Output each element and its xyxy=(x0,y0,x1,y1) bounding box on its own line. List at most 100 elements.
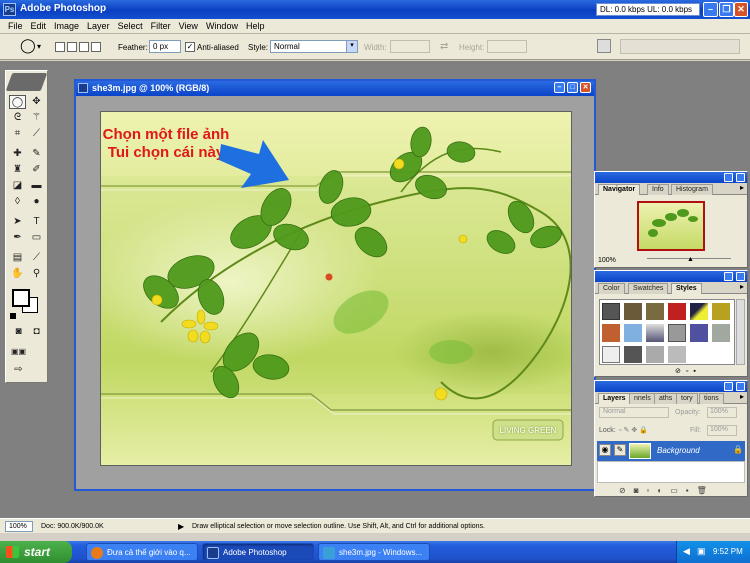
path-select-icon[interactable]: ➤ xyxy=(9,215,26,229)
style-swatch[interactable] xyxy=(602,345,620,363)
style-swatch[interactable] xyxy=(624,345,642,363)
shape-tool-icon[interactable]: ▭ xyxy=(28,231,45,245)
tab-navigator[interactable]: Navigator xyxy=(598,184,641,195)
tab-swatches[interactable]: Swatches xyxy=(628,283,669,294)
eyedropper-icon[interactable]: ⟋ xyxy=(28,251,45,265)
tab-paths[interactable]: aths xyxy=(654,393,678,404)
style-swatch[interactable] xyxy=(690,303,708,321)
style-swatch[interactable] xyxy=(712,324,730,342)
antialiased-checkbox[interactable]: ✓ xyxy=(185,42,195,52)
speaker-icon[interactable]: ◀ xyxy=(683,546,690,557)
panel-menu-arrow-icon[interactable]: ▸ xyxy=(740,183,744,192)
hand-tool-icon[interactable]: ✋ xyxy=(9,267,26,281)
file-browser-icon[interactable] xyxy=(597,39,611,53)
feather-input[interactable]: 0 px xyxy=(149,40,181,53)
style-swatch[interactable] xyxy=(624,324,642,342)
pen-tool-icon[interactable]: ✒ xyxy=(9,231,26,245)
blur-tool-icon[interactable]: ◊ xyxy=(9,195,26,209)
tab-styles[interactable]: Styles xyxy=(671,283,702,294)
chevron-down-icon[interactable]: ▾ xyxy=(37,42,41,51)
layer-name[interactable]: Background xyxy=(657,446,700,455)
restore-button[interactable]: ❐ xyxy=(719,2,734,17)
style-swatch[interactable] xyxy=(646,303,664,321)
slider-thumb-icon[interactable]: ▲ xyxy=(687,256,694,263)
menu-window[interactable]: Window xyxy=(202,19,242,31)
dodge-tool-icon[interactable]: ● xyxy=(28,195,45,209)
task-image-viewer[interactable]: she3m.jpg - Windows... xyxy=(318,543,430,561)
blend-mode-select[interactable]: Normal xyxy=(599,407,669,418)
brush-link-icon[interactable]: ✎ xyxy=(614,444,626,456)
close-button[interactable]: ✕ xyxy=(734,2,748,17)
start-button[interactable]: start xyxy=(0,541,72,563)
tab-histogram[interactable]: Histogram xyxy=(671,184,713,195)
style-swatch[interactable] xyxy=(646,345,664,363)
doc-maximize-button[interactable]: □ xyxy=(567,82,578,93)
standard-mode-icon[interactable]: ◙ xyxy=(10,325,27,339)
menu-help[interactable]: Help xyxy=(242,19,269,31)
zoom-tool-icon[interactable]: ⚲ xyxy=(28,267,45,281)
style-swatch[interactable] xyxy=(690,324,708,342)
tab-channels[interactable]: nnels xyxy=(629,393,656,404)
gradient-tool-icon[interactable]: ▬ xyxy=(28,179,45,193)
style-swatch[interactable] xyxy=(646,324,664,342)
screen-mode-icon[interactable]: ▣▣ xyxy=(10,345,27,359)
move-tool-icon[interactable]: ✥ xyxy=(28,95,45,109)
clock[interactable]: 9:52 PM xyxy=(713,547,743,556)
task-photoshop[interactable]: Adobe Photoshop xyxy=(202,543,314,561)
opacity-input[interactable]: 100% xyxy=(707,407,737,418)
eraser-tool-icon[interactable]: ◪ xyxy=(9,179,26,193)
clone-stamp-icon[interactable]: ♜ xyxy=(9,163,26,177)
menu-layer[interactable]: Layer xyxy=(83,19,114,31)
tab-history[interactable]: tory xyxy=(676,393,698,404)
style-swatch[interactable] xyxy=(668,345,686,363)
fill-input[interactable]: 100% xyxy=(707,425,737,436)
panel-menu-arrow-icon[interactable]: ▸ xyxy=(740,282,744,291)
navigator-zoom-slider[interactable]: ▲ xyxy=(647,256,731,263)
add-selection-icon[interactable] xyxy=(67,42,77,52)
eye-icon[interactable]: ◉ xyxy=(599,444,611,456)
tab-color[interactable]: Color xyxy=(598,283,625,294)
default-colors-icon[interactable] xyxy=(10,313,16,319)
ellipse-marquee-icon[interactable]: ◯ xyxy=(20,38,36,52)
style-swatch[interactable] xyxy=(668,303,686,321)
lasso-tool-icon[interactable]: ᘓ xyxy=(9,111,26,125)
menu-select[interactable]: Select xyxy=(114,19,147,31)
styles-footer-icons[interactable]: ⊘▫▪ xyxy=(675,367,701,375)
type-tool-icon[interactable]: T xyxy=(28,215,45,229)
foreground-color-swatch[interactable] xyxy=(12,289,30,307)
jump-to-imageready-icon[interactable]: ⇨ xyxy=(10,363,27,377)
palette-well[interactable] xyxy=(620,39,740,54)
tab-layers[interactable]: Layers xyxy=(598,393,631,404)
style-swatch[interactable] xyxy=(624,303,642,321)
style-swatch[interactable] xyxy=(602,303,620,321)
marquee-tool-icon[interactable]: ◯ xyxy=(9,95,26,109)
doc-close-button[interactable]: ✕ xyxy=(580,82,591,93)
history-brush-icon[interactable]: ✐ xyxy=(28,163,45,177)
navigator-thumbnail[interactable] xyxy=(637,201,705,251)
menu-view[interactable]: View xyxy=(175,19,202,31)
new-selection-icon[interactable] xyxy=(55,42,65,52)
style-select[interactable]: Normal ▾ xyxy=(270,40,358,53)
tab-actions[interactable]: tions xyxy=(699,393,724,404)
menu-image[interactable]: Image xyxy=(50,19,83,31)
menu-file[interactable]: File xyxy=(0,19,27,31)
healing-brush-icon[interactable]: ✚ xyxy=(9,147,26,161)
layers-footer-icons[interactable]: ⊘◙▫◐▭▪🗑 xyxy=(619,486,715,495)
magic-wand-icon[interactable]: ⚚ xyxy=(28,111,45,125)
brush-tool-icon[interactable]: ✎ xyxy=(28,147,45,161)
lock-icons[interactable]: ▫✎✥🔒 xyxy=(619,426,650,434)
subtract-selection-icon[interactable] xyxy=(79,42,89,52)
status-zoom[interactable]: 100% xyxy=(5,521,33,532)
minimize-button[interactable]: – xyxy=(703,2,718,17)
layer-row-background[interactable]: ◉ ✎ Background 🔒 xyxy=(597,441,745,461)
style-swatch[interactable] xyxy=(668,324,686,342)
menu-filter[interactable]: Filter xyxy=(147,19,175,31)
slice-tool-icon[interactable]: ⟋ xyxy=(28,127,45,141)
style-swatch[interactable] xyxy=(712,303,730,321)
crop-tool-icon[interactable]: ⌗ xyxy=(9,127,26,141)
image-canvas[interactable]: Chọn một file ảnh Tui chọn cái này LIVIN… xyxy=(100,111,572,466)
task-firefox[interactable]: Đưa cả thế giới vào q... xyxy=(86,543,198,561)
notes-tool-icon[interactable]: ▤ xyxy=(9,251,26,265)
navigator-zoom-value[interactable]: 100% xyxy=(598,257,616,264)
status-doc-size[interactable]: Doc: 900.0K/900.0K xyxy=(41,523,104,530)
